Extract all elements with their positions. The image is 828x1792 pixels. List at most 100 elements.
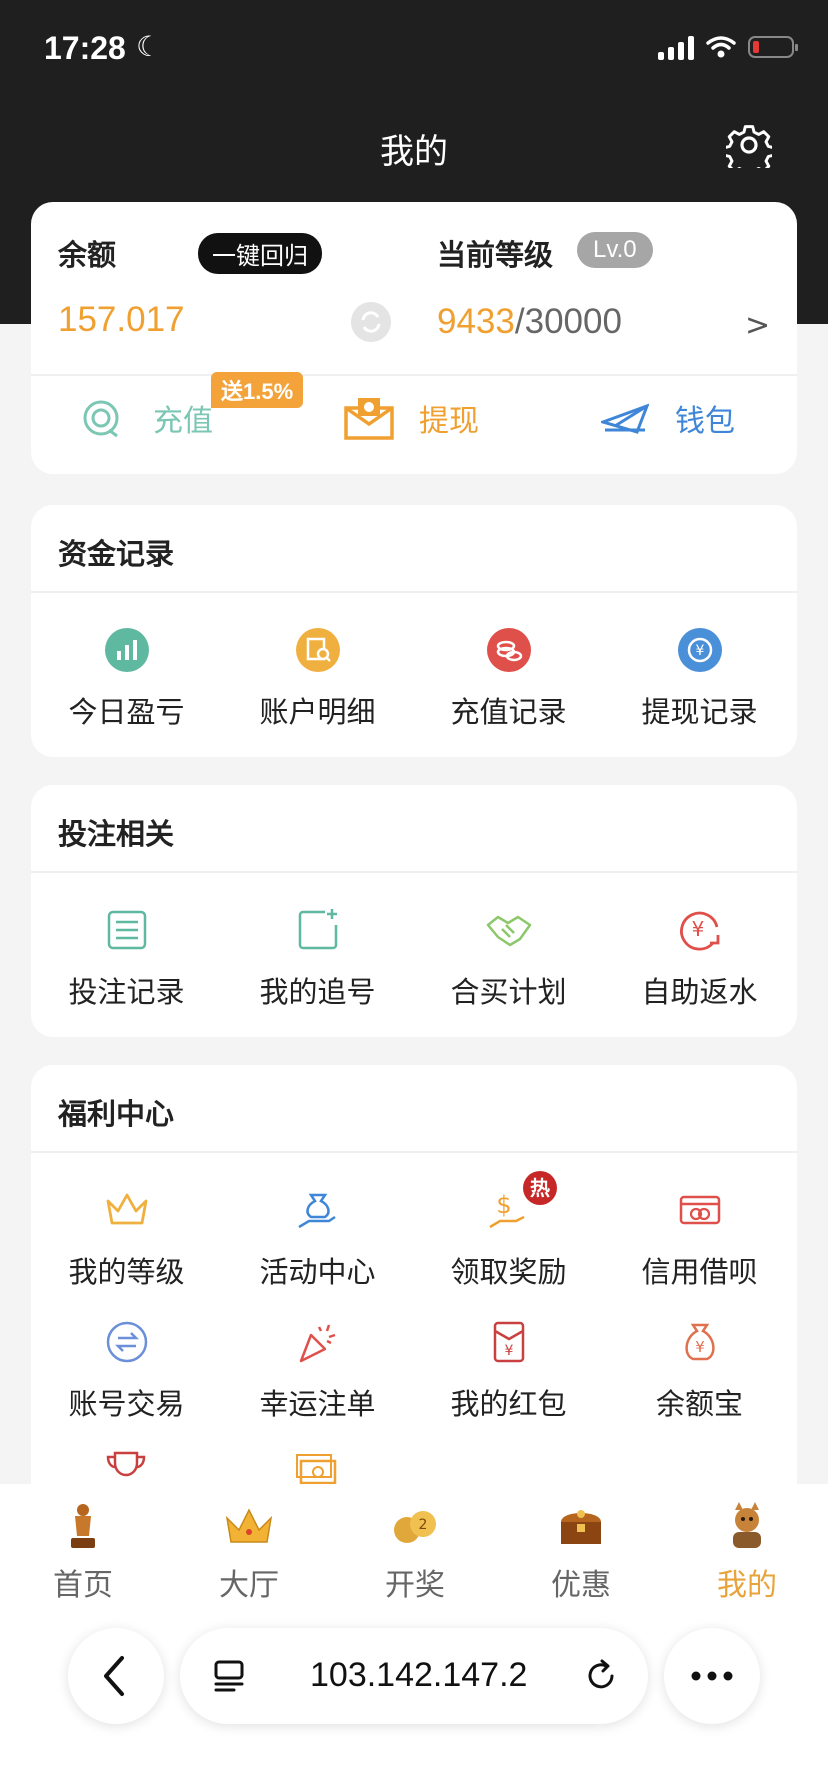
- tab-promotions-label: 优惠: [551, 1568, 611, 1603]
- bet-records-label: 投注记录: [68, 975, 185, 1009]
- one-click-return-button[interactable]: 一键回归: [198, 233, 322, 274]
- svg-text:¥: ¥: [695, 1338, 705, 1356]
- balance-label: 余额: [58, 238, 117, 272]
- withdraw-records-label: 提现记录: [641, 695, 758, 729]
- self-rebate-item[interactable]: ¥ 自助返水: [604, 907, 795, 1011]
- browser-more-button[interactable]: [664, 1628, 760, 1724]
- red-packet-item[interactable]: ¥ 我的红包: [413, 1319, 604, 1423]
- svg-text:$: $: [496, 1191, 511, 1219]
- tab-lobby-label: 大厅: [219, 1568, 279, 1603]
- level-detail-arrow[interactable]: >: [745, 308, 770, 343]
- withdraw-records-item[interactable]: ¥ 提现记录: [604, 627, 795, 731]
- trophy-icon[interactable]: [103, 1449, 149, 1489]
- chevron-left-icon: [104, 1656, 124, 1696]
- section-title: 资金记录: [58, 537, 175, 571]
- tab-lobby[interactable]: 大厅: [166, 1500, 332, 1604]
- withdraw-label: 提现: [419, 404, 479, 439]
- level-badge: Lv.0: [577, 232, 653, 268]
- bet-records-item[interactable]: 投注记录: [31, 907, 222, 1011]
- account-detail-label: 账户明细: [259, 695, 376, 729]
- yuebao-item[interactable]: ¥ 余额宝: [604, 1319, 795, 1423]
- tab-home[interactable]: 首页: [0, 1500, 166, 1604]
- withdraw-icon: [344, 398, 394, 440]
- yen-cycle-icon: ¥: [677, 628, 722, 672]
- my-chase-item[interactable]: 我的追号: [222, 907, 413, 1011]
- tabs-list-icon[interactable]: [212, 1658, 248, 1694]
- today-profit-item[interactable]: 今日盈亏: [31, 627, 222, 731]
- wallet-icon: [601, 403, 649, 434]
- tab-lottery[interactable]: 2 开奖: [332, 1500, 498, 1604]
- section-title: 福利中心: [58, 1097, 175, 1131]
- activity-center-item[interactable]: 活动中心: [222, 1187, 413, 1291]
- red-packet-label: 我的红包: [450, 1387, 567, 1421]
- hot-badge: 热: [523, 1171, 557, 1205]
- balance-card: 余额 一键回归 157.017 当前等级 Lv.0 9433/30000 > 送…: [31, 202, 797, 474]
- self-rebate-label: 自助返水: [641, 975, 758, 1009]
- page-title: 我的: [380, 132, 448, 172]
- lucky-bet-item[interactable]: 幸运注单: [222, 1319, 413, 1423]
- mascot-icon: [733, 1502, 761, 1548]
- refresh-icon[interactable]: [351, 302, 391, 342]
- account-trade-label: 账号交易: [68, 1387, 185, 1421]
- moon-icon: ☾: [136, 30, 162, 63]
- browser-address-bar[interactable]: 103.142.147.2: [180, 1628, 648, 1724]
- credit-card-icon: [679, 1195, 720, 1225]
- recharge-button[interactable]: 充值: [79, 388, 213, 448]
- claim-rewards-label: 领取奖励: [450, 1255, 567, 1289]
- lottery-balls-icon: 2: [394, 1511, 436, 1543]
- tab-home-label: 首页: [53, 1568, 113, 1603]
- balance-value: 157.017: [58, 300, 185, 339]
- welfare-card: 福利中心 我的等级 活动中心 $ 热 领取奖励 信用借呗 账号交易 幸运注单 ¥…: [31, 1065, 797, 1525]
- fund-records-card: 资金记录 今日盈亏 账户明细 充值记录 ¥ 提现记录: [31, 505, 797, 757]
- level-separator: /: [514, 302, 525, 341]
- divider: [31, 1151, 797, 1153]
- reload-icon[interactable]: [584, 1658, 620, 1694]
- wallet-label: 钱包: [675, 404, 735, 439]
- battery-icon: [748, 36, 798, 58]
- money-bag-hand-icon: [297, 1193, 336, 1229]
- svg-text:¥: ¥: [695, 643, 704, 659]
- tab-mine-label: 我的: [717, 1568, 777, 1603]
- level-progress: 9433/30000: [437, 302, 622, 342]
- settings-gear-icon[interactable]: [726, 122, 772, 168]
- credit-loan-item[interactable]: 信用借呗: [604, 1187, 795, 1291]
- claim-rewards-item[interactable]: $ 热 领取奖励: [413, 1171, 604, 1291]
- money-bag-icon: ¥: [684, 1323, 715, 1361]
- recharge-bonus-badge: 送1.5%: [211, 372, 304, 408]
- withdraw-button[interactable]: 提现: [343, 388, 479, 448]
- crown-icon: [225, 1508, 273, 1543]
- credit-loan-label: 信用借呗: [641, 1255, 758, 1289]
- divider: [31, 871, 797, 873]
- status-time: 17:28: [44, 30, 126, 66]
- today-profit-label: 今日盈亏: [68, 695, 185, 729]
- lucky-bet-label: 幸运注单: [259, 1387, 376, 1421]
- divider: [31, 374, 797, 376]
- betting-card: 投注相关 投注记录 我的追号 合买计划 ¥ 自助返水: [31, 785, 797, 1037]
- more-dots-icon: [691, 1671, 733, 1681]
- wifi-icon: [706, 36, 736, 58]
- crown-icon: [106, 1193, 147, 1225]
- party-popper-icon: [299, 1324, 335, 1363]
- coins-icon: [486, 628, 531, 672]
- handshake-icon: [486, 915, 531, 947]
- wallet-button[interactable]: 钱包: [601, 388, 735, 448]
- my-level-item[interactable]: 我的等级: [31, 1187, 222, 1291]
- recharge-records-item[interactable]: 充值记录: [413, 627, 604, 731]
- tab-promotions[interactable]: 优惠: [498, 1500, 664, 1604]
- svg-text:¥: ¥: [691, 917, 704, 941]
- status-bar: 17:28 ☾: [44, 28, 798, 72]
- group-buy-item[interactable]: 合买计划: [413, 907, 604, 1011]
- section-title: 投注相关: [58, 817, 175, 851]
- url-text[interactable]: 103.142.147.2: [310, 1656, 527, 1695]
- list-icon: [107, 910, 146, 950]
- account-detail-item[interactable]: 账户明细: [222, 627, 413, 731]
- activity-center-label: 活动中心: [259, 1255, 376, 1289]
- tab-mine[interactable]: 我的: [664, 1500, 828, 1604]
- add-note-icon: [298, 909, 337, 950]
- treasure-chest-icon: [561, 1510, 601, 1544]
- account-trade-item[interactable]: 账号交易: [31, 1319, 222, 1423]
- browser-back-button[interactable]: [68, 1628, 164, 1724]
- recharge-label: 充值: [153, 404, 213, 439]
- trophy-statue-icon: [71, 1504, 95, 1548]
- tab-lottery-label: 开奖: [385, 1568, 445, 1603]
